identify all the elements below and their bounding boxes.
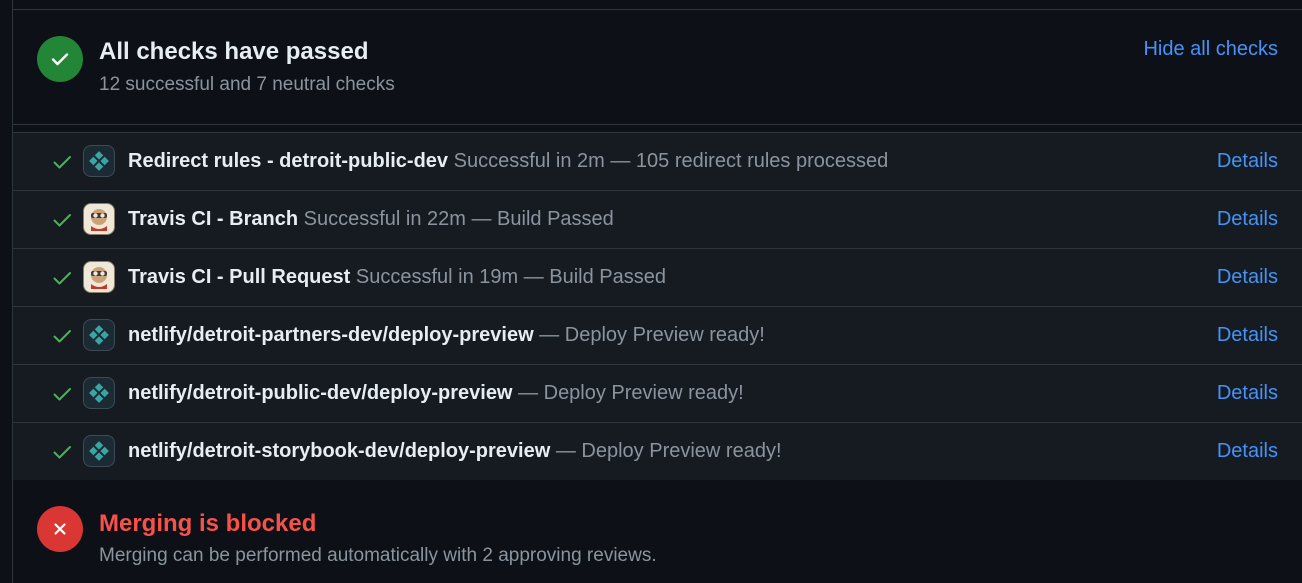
check-row: netlify/detroit-partners-dev/deploy-prev… [13, 307, 1302, 365]
check-description: — Deploy Preview ready! [539, 324, 765, 346]
check-text: netlify/detroit-public-dev/deploy-previe… [128, 382, 744, 405]
netlify-icon[interactable] [83, 377, 115, 409]
hide-all-checks-link[interactable]: Hide all checks [1143, 38, 1278, 61]
check-name: netlify/detroit-storybook-dev/deploy-pre… [128, 440, 551, 462]
check-text: netlify/detroit-storybook-dev/deploy-pre… [128, 440, 782, 463]
merge-status-subtitle: Merging can be performed automatically w… [99, 545, 657, 566]
checks-summary-subtitle: 12 successful and 7 neutral checks [99, 74, 395, 95]
check-icon [51, 151, 73, 173]
travis-ci-icon[interactable] [83, 203, 115, 235]
check-name: Travis CI - Pull Request [128, 266, 351, 288]
checks-summary-title: All checks have passed [99, 38, 369, 65]
check-text: Redirect rules - detroit-public-dev Succ… [128, 150, 888, 173]
check-row: Redirect rules - detroit-public-dev Succ… [13, 133, 1302, 191]
travis-ci-icon[interactable] [83, 261, 115, 293]
merge-status-title: Merging is blocked [99, 510, 317, 537]
check-description: Successful in 22m — Build Passed [303, 208, 614, 230]
netlify-icon[interactable] [83, 435, 115, 467]
check-name: Redirect rules - detroit-public-dev [128, 150, 449, 172]
checks-summary: All checks have passed 12 successful and… [13, 10, 1302, 124]
check-circle-icon [37, 36, 83, 82]
check-description: Successful in 2m — 105 redirect rules pr… [453, 150, 889, 172]
check-name: Travis CI - Branch [128, 208, 299, 230]
details-link[interactable]: Details [1217, 324, 1278, 347]
check-icon [51, 209, 73, 231]
x-circle-icon [37, 506, 83, 552]
check-row: Travis CI - Branch Successful in 22m — B… [13, 191, 1302, 249]
check-row: Travis CI - Pull Request Successful in 1… [13, 249, 1302, 307]
check-icon [51, 383, 73, 405]
check-description: — Deploy Preview ready! [555, 440, 782, 462]
check-text: Travis CI - Pull Request Successful in 1… [128, 266, 666, 289]
check-name: netlify/detroit-partners-dev/deploy-prev… [128, 324, 534, 346]
details-link[interactable]: Details [1217, 208, 1278, 231]
check-icon [51, 441, 73, 463]
check-text: Travis CI - Branch Successful in 22m — B… [128, 208, 614, 231]
details-link[interactable]: Details [1217, 266, 1278, 289]
details-link[interactable]: Details [1217, 382, 1278, 405]
check-description: Successful in 19m — Build Passed [355, 266, 667, 288]
check-row: netlify/detroit-public-dev/deploy-previe… [13, 365, 1302, 423]
checks-list: Redirect rules - detroit-public-dev Succ… [13, 124, 1302, 481]
check-description: — Deploy Preview ready! [518, 382, 744, 404]
check-icon [51, 267, 73, 289]
check-text: netlify/detroit-partners-dev/deploy-prev… [128, 324, 765, 347]
divider [13, 125, 1302, 133]
netlify-icon[interactable] [83, 319, 115, 351]
netlify-icon[interactable] [83, 145, 115, 177]
check-icon [51, 325, 73, 347]
merge-status: Merging is blocked Merging can be perfor… [13, 480, 1302, 583]
merge-box: All checks have passed 12 successful and… [12, 0, 1302, 583]
check-row: netlify/detroit-storybook-dev/deploy-pre… [13, 423, 1302, 481]
details-link[interactable]: Details [1217, 440, 1278, 463]
details-link[interactable]: Details [1217, 150, 1278, 173]
check-name: netlify/detroit-public-dev/deploy-previe… [128, 382, 513, 404]
